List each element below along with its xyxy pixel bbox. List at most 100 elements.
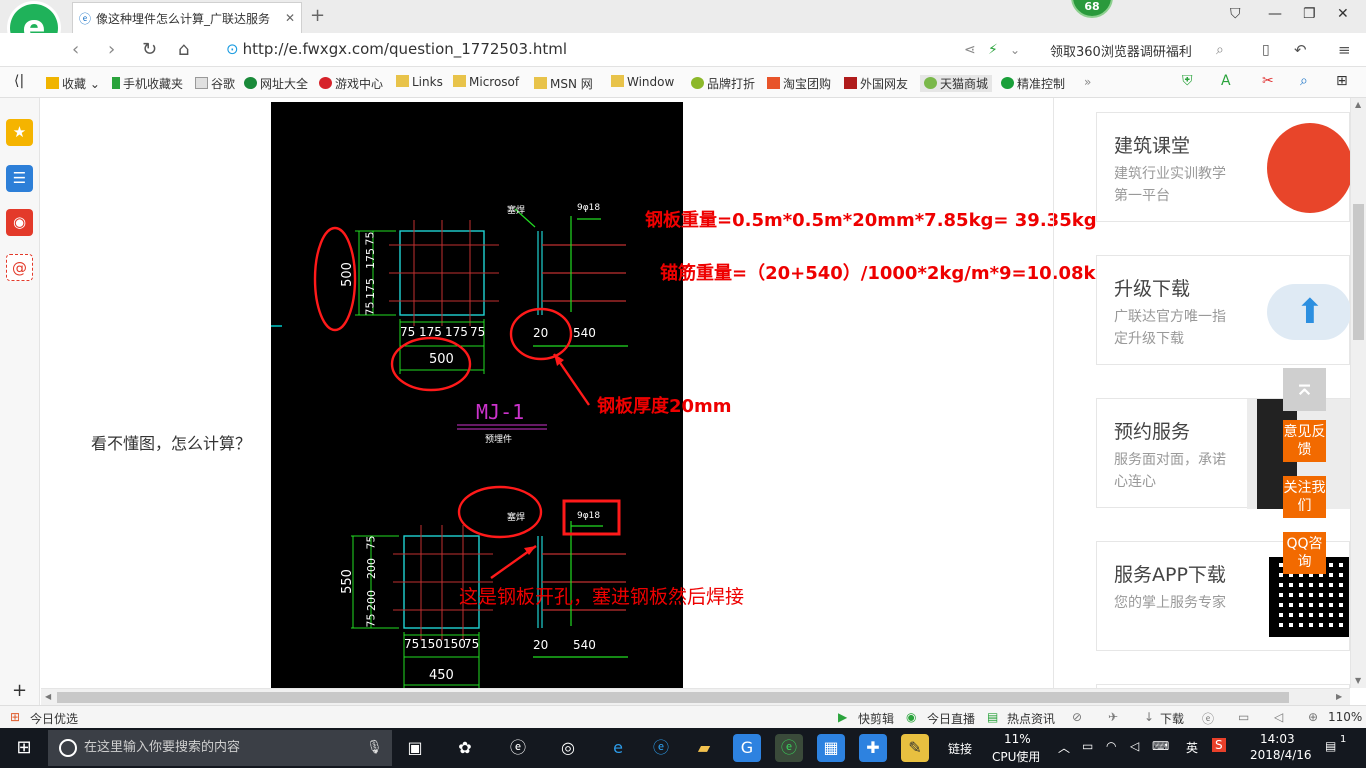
- back-button[interactable]: ‹: [72, 39, 79, 60]
- fav-item[interactable]: 品牌打折: [691, 75, 755, 92]
- close-tab-icon[interactable]: ✕: [285, 11, 295, 25]
- browser-tab[interactable]: ⓔ 像这种埋件怎么计算_广联达服务 ✕: [72, 2, 302, 33]
- lightning-icon[interactable]: ⚡: [988, 42, 998, 58]
- fav-item[interactable]: MSN 网: [534, 75, 593, 92]
- qq-consult-button[interactable]: QQ咨询: [1283, 532, 1326, 574]
- scissors-icon[interactable]: ✂: [1262, 73, 1274, 89]
- ime-indicator[interactable]: 英: [1186, 739, 1198, 756]
- close-window-button[interactable]: ✕: [1337, 6, 1349, 22]
- add-sidebar-button[interactable]: +: [12, 680, 27, 701]
- vertical-scrollbar[interactable]: ▲ ▼: [1350, 98, 1366, 688]
- today-picks-link[interactable]: 今日优选: [30, 710, 78, 727]
- back-to-top-button[interactable]: ⌅: [1283, 368, 1326, 411]
- translate-icon[interactable]: A: [1221, 73, 1231, 89]
- minimize-button[interactable]: —: [1268, 6, 1282, 22]
- new-tab-button[interactable]: +: [310, 5, 325, 26]
- magnifier-icon[interactable]: ⌕: [1300, 73, 1308, 89]
- status-link[interactable]: 下载: [1160, 710, 1184, 727]
- fav-item[interactable]: 外国网友: [844, 75, 908, 92]
- status-link[interactable]: 热点资讯: [1007, 710, 1055, 727]
- forward-button[interactable]: ›: [108, 39, 115, 60]
- notepad-icon[interactable]: ✎: [901, 734, 929, 762]
- glodon-app-icon[interactable]: G: [733, 734, 761, 762]
- fav-item[interactable]: 天猫商城: [920, 75, 993, 92]
- follow-us-button[interactable]: 关注我们: [1283, 476, 1326, 518]
- thickness-dim-label: 20: [533, 638, 549, 652]
- calculator-icon[interactable]: ▦: [817, 734, 845, 762]
- notification-icon[interactable]: ▤: [1325, 739, 1336, 753]
- status-link[interactable]: 快剪辑: [858, 710, 894, 727]
- mail-icon[interactable]: @: [6, 254, 33, 281]
- fav-item[interactable]: 手机收藏夹: [112, 75, 183, 92]
- reload-button[interactable]: ↻: [142, 39, 157, 60]
- zoom-icon[interactable]: ⊕: [1308, 710, 1318, 724]
- app-ie-icon[interactable]: ⓔ: [504, 734, 532, 762]
- pin-icon[interactable]: ✈: [1108, 710, 1118, 724]
- battery-icon[interactable]: ▭: [1082, 739, 1093, 753]
- feedback-button[interactable]: 意见反馈: [1283, 420, 1326, 462]
- restore-button[interactable]: ❐: [1303, 6, 1316, 22]
- zoom-level[interactable]: 110%: [1328, 710, 1362, 724]
- card-upgrade-download[interactable]: 升级下载 广联达官方唯一指定升级下载 ⬆: [1096, 255, 1350, 365]
- keyboard-icon[interactable]: ⌨: [1152, 739, 1169, 753]
- volume-icon[interactable]: ◁: [1130, 739, 1139, 753]
- scroll-down-icon[interactable]: ▼: [1355, 676, 1361, 685]
- fav-item[interactable]: 收藏 ⌄: [46, 75, 100, 92]
- menu-icon[interactable]: ≡: [1338, 41, 1351, 59]
- file-explorer-icon[interactable]: ▰: [690, 734, 718, 762]
- horizontal-scroll-thumb[interactable]: [57, 692, 1289, 703]
- internet-explorer-icon[interactable]: ⓔ: [647, 734, 675, 762]
- plus-app-icon[interactable]: ✚: [859, 734, 887, 762]
- links-toolbar[interactable]: 链接: [948, 740, 972, 757]
- grid-icon[interactable]: ⊞: [1336, 73, 1348, 89]
- scroll-up-icon[interactable]: ▲: [1355, 100, 1361, 109]
- sogou-icon[interactable]: S: [1212, 738, 1226, 752]
- home-button[interactable]: ⌂: [178, 39, 189, 60]
- more-favorites-icon[interactable]: »: [1084, 75, 1091, 89]
- scroll-right-icon[interactable]: ▶: [1336, 692, 1342, 701]
- microphone-icon[interactable]: 🎙: [366, 730, 383, 766]
- clock-date[interactable]: 2018/4/16: [1250, 748, 1312, 762]
- tray-expand-icon[interactable]: ︿: [1058, 739, 1070, 756]
- weibo-icon[interactable]: ◉: [6, 209, 33, 236]
- fav-item[interactable]: Window: [611, 75, 674, 89]
- fav-item[interactable]: 淘宝团购: [767, 75, 831, 92]
- scroll-left-icon[interactable]: ◀: [45, 692, 51, 701]
- fav-item[interactable]: 网址大全: [244, 75, 308, 92]
- browser-360-icon[interactable]: ⓔ: [775, 734, 803, 762]
- start-button[interactable]: ⊞: [10, 734, 38, 762]
- share-icon[interactable]: ⋖: [964, 42, 976, 58]
- search-icon[interactable]: ⌕: [1216, 42, 1224, 58]
- fav-item[interactable]: 谷歌: [195, 75, 235, 92]
- edge-icon[interactable]: e: [604, 734, 632, 762]
- clock-time[interactable]: 14:03: [1260, 732, 1295, 746]
- favorites-star-icon[interactable]: ★: [6, 119, 33, 146]
- phone-icon[interactable]: ▯: [1262, 42, 1270, 58]
- shield-icon[interactable]: ⛨: [1182, 73, 1193, 89]
- url-field[interactable]: ⊙ http://e.fwxgx.com/question_1772503.htm…: [226, 40, 567, 58]
- card-building-class[interactable]: 建筑课堂 建筑行业实训教学第一平台: [1096, 112, 1350, 222]
- ie-mode-icon[interactable]: ⓔ: [1202, 710, 1214, 727]
- task-view-icon[interactable]: ▣: [401, 734, 429, 762]
- promo-link[interactable]: 领取360浏览器调研福利: [1050, 41, 1192, 60]
- taskbar-search[interactable]: 在这里输入你要搜索的内容 🎙: [48, 730, 392, 766]
- fav-item[interactable]: Microsof: [453, 75, 519, 89]
- wifi-icon[interactable]: ◠: [1106, 739, 1116, 753]
- reader-icon[interactable]: ☰: [6, 165, 33, 192]
- fav-item[interactable]: 游戏中心: [319, 75, 383, 92]
- sound-icon[interactable]: ◁: [1274, 710, 1283, 724]
- horizontal-scrollbar[interactable]: ◀ ▶: [41, 688, 1350, 705]
- app-spiral-icon[interactable]: ◎: [554, 734, 582, 762]
- fav-item[interactable]: 精准控制: [1001, 75, 1065, 92]
- shirt-icon[interactable]: ⛉: [1230, 6, 1241, 22]
- window-icon[interactable]: ▭: [1238, 710, 1249, 724]
- app-fan-icon[interactable]: ✿: [451, 734, 479, 762]
- fav-item[interactable]: Links: [396, 75, 443, 89]
- collapse-sidebar-icon[interactable]: ⟨|: [14, 73, 24, 89]
- undo-icon[interactable]: ↶: [1294, 41, 1307, 59]
- status-link[interactable]: 今日直播: [927, 710, 975, 727]
- speed-icon[interactable]: ⊘: [1072, 710, 1082, 724]
- vertical-scroll-thumb[interactable]: [1353, 204, 1364, 340]
- badge-count[interactable]: 68: [1071, 0, 1113, 18]
- chevron-down-icon[interactable]: ⌄: [1010, 43, 1020, 57]
